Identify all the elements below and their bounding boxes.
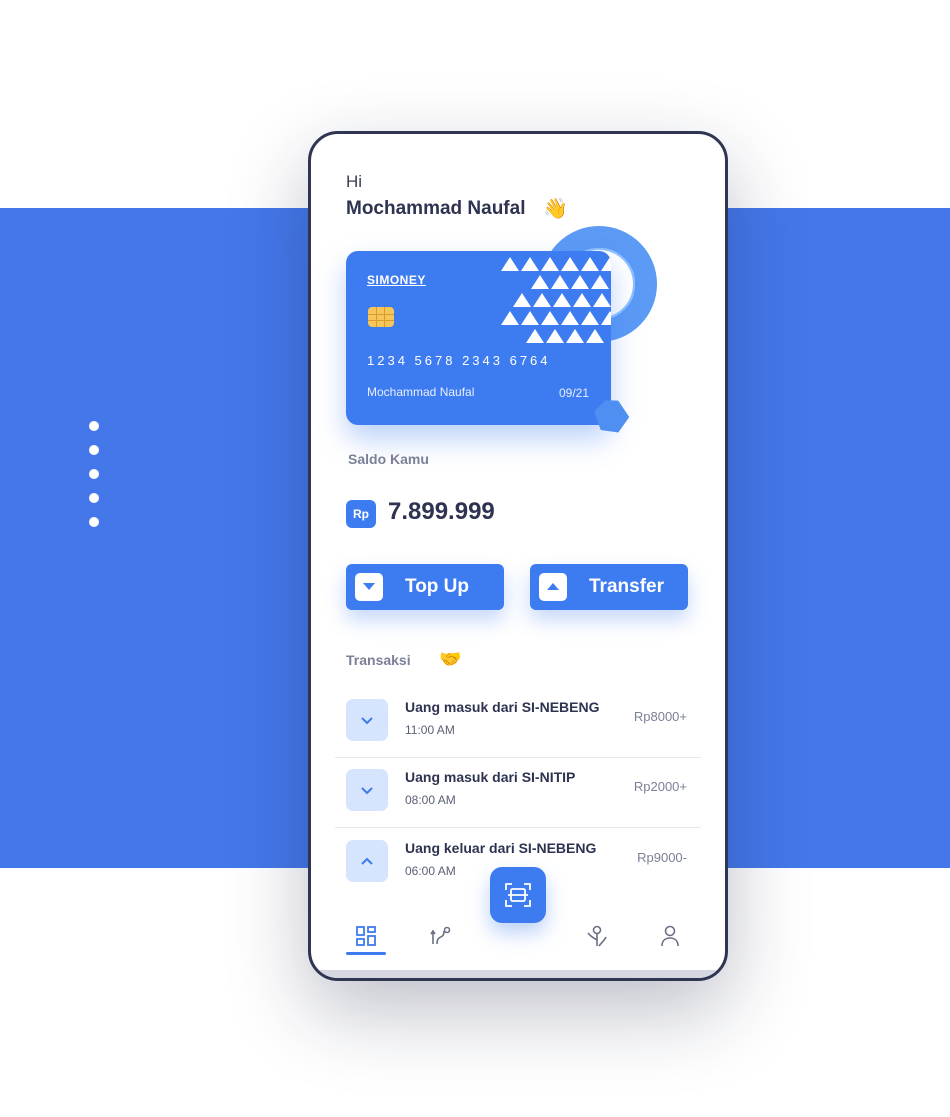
phone-screen: Hi Mochammad Naufal 👋 SIMONEY 1234 5678 … bbox=[311, 134, 725, 978]
transaction-time: 06:00 AM bbox=[405, 864, 456, 878]
nav-profile[interactable] bbox=[650, 916, 690, 956]
dot bbox=[89, 517, 99, 527]
chevron-down-icon bbox=[346, 769, 388, 811]
nav-dashboard[interactable] bbox=[346, 916, 386, 956]
triangle-pattern bbox=[501, 257, 611, 343]
nav-tree[interactable] bbox=[577, 916, 617, 956]
dot bbox=[89, 469, 99, 479]
page-indicator-dots bbox=[89, 421, 99, 541]
arrow-down-icon bbox=[355, 573, 383, 601]
card-holder: Mochammad Naufal bbox=[367, 385, 475, 399]
card-brand: SIMONEY bbox=[367, 273, 426, 287]
dashboard-icon bbox=[356, 926, 376, 946]
transaction-amount: Rp2000+ bbox=[633, 779, 687, 794]
nav-active-indicator bbox=[346, 952, 386, 955]
profile-icon bbox=[661, 925, 679, 947]
transaction-time: 11:00 AM bbox=[405, 723, 455, 737]
wave-emoji: 👋 bbox=[543, 198, 568, 220]
scan-icon bbox=[505, 883, 531, 907]
transaction-amount: Rp8000+ bbox=[633, 709, 687, 724]
card-expiry: 09/21 bbox=[559, 386, 590, 400]
transaction-row[interactable]: Uang masuk dari SI-NEBENG 11:00 AM Rp800… bbox=[335, 687, 701, 758]
balance-amount: 7.899.999 bbox=[388, 498, 495, 525]
user-name: Mochammad Naufal bbox=[346, 198, 526, 219]
dot bbox=[89, 445, 99, 455]
transaction-amount: Rp9000- bbox=[637, 850, 687, 865]
arrow-up-icon bbox=[539, 573, 567, 601]
balance-label: Saldo Kamu bbox=[348, 451, 429, 467]
transaction-time: 08:00 AM bbox=[405, 793, 456, 807]
scan-button[interactable] bbox=[490, 867, 546, 923]
transaction-row[interactable]: Uang masuk dari SI-NITIP 08:00 AM Rp2000… bbox=[335, 757, 701, 828]
card-number: 1234 5678 2343 6764 bbox=[367, 353, 551, 368]
transaction-title: Uang masuk dari SI-NITIP bbox=[405, 769, 576, 785]
route-icon bbox=[430, 926, 451, 945]
chip-icon bbox=[368, 307, 394, 327]
greeting-hi: Hi bbox=[346, 172, 363, 191]
handshake-emoji: 🤝 bbox=[439, 649, 462, 669]
top-up-button[interactable]: Top Up bbox=[346, 564, 504, 610]
transactions-title: Transaksi bbox=[346, 652, 411, 668]
bank-card[interactable]: SIMONEY 1234 5678 2343 6764 Mochammad Na… bbox=[346, 251, 611, 425]
transfer-label: Transfer bbox=[589, 576, 664, 597]
phone-bottom-edge bbox=[311, 970, 725, 978]
dot bbox=[89, 493, 99, 503]
nav-route[interactable] bbox=[421, 916, 461, 956]
bottom-nav bbox=[311, 916, 725, 966]
transaction-title: Uang masuk dari SI-NEBENG bbox=[405, 699, 600, 715]
stage: Hi Mochammad Naufal 👋 SIMONEY 1234 5678 … bbox=[0, 0, 950, 1117]
transfer-button[interactable]: Transfer bbox=[530, 564, 688, 610]
top-up-label: Top Up bbox=[405, 576, 470, 597]
currency-badge: Rp bbox=[346, 500, 376, 528]
transaction-title: Uang keluar dari SI-NEBENG bbox=[405, 840, 597, 856]
chevron-down-icon bbox=[346, 699, 388, 741]
phone-frame: Hi Mochammad Naufal 👋 SIMONEY 1234 5678 … bbox=[308, 131, 728, 981]
tree-icon bbox=[587, 925, 607, 947]
dot bbox=[89, 421, 99, 431]
chevron-up-icon bbox=[346, 840, 388, 882]
